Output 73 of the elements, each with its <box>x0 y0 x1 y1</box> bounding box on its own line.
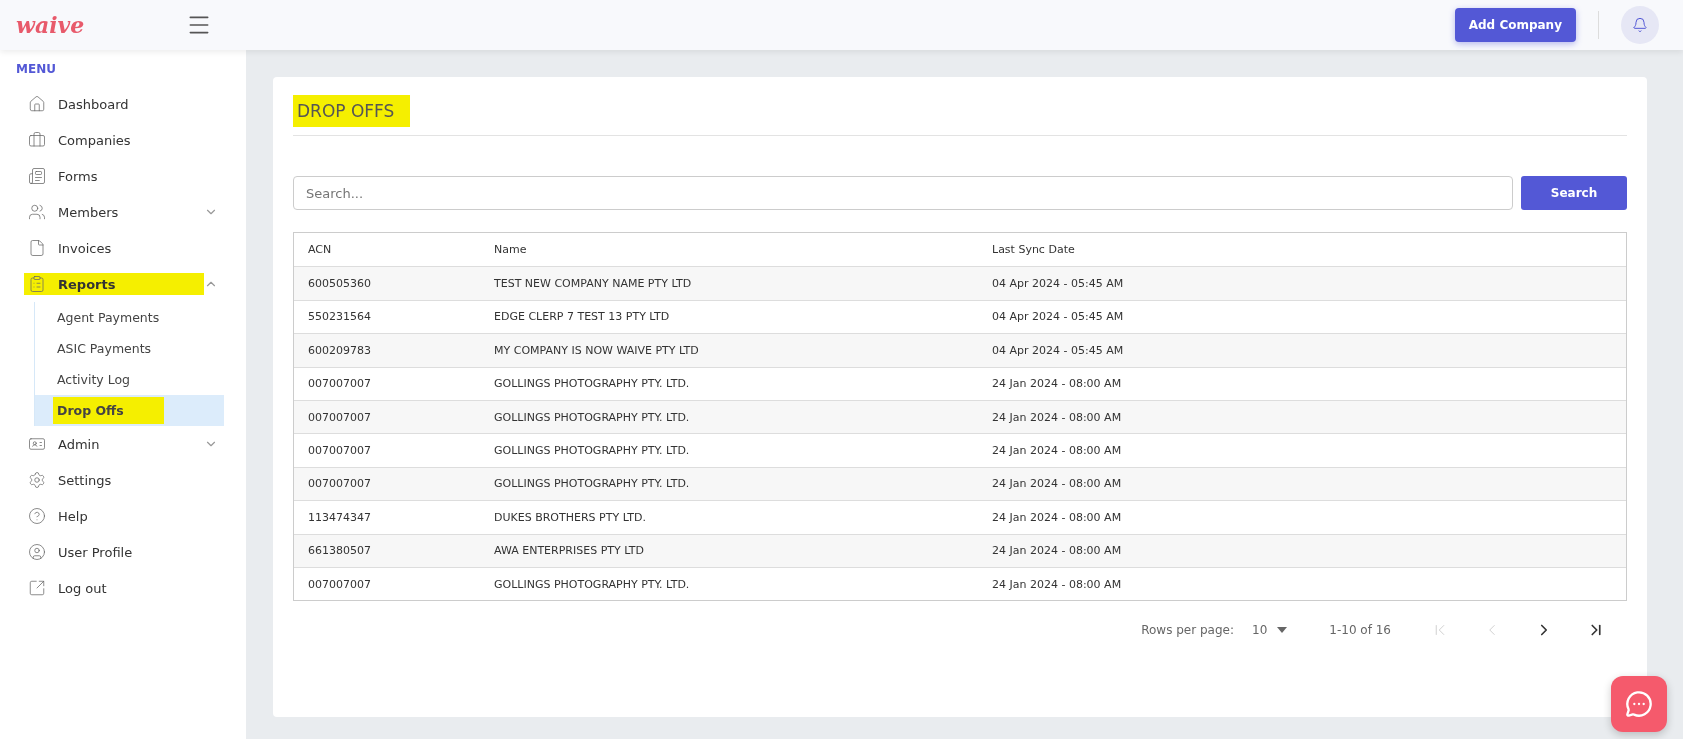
table-cell-text: 04 Apr 2024 - 05:45 AM <box>991 310 1125 324</box>
sidebar-item[interactable]: Forms <box>0 158 246 194</box>
sidebar-subitem[interactable]: ASIC Payments <box>35 333 224 364</box>
table-cell-text: 24 Jan 2024 - 08:00 AM <box>991 410 1123 424</box>
clipboard-icon <box>28 275 46 293</box>
newspaper-icon <box>28 167 46 185</box>
table-cell-text: 24 Jan 2024 - 08:00 AM <box>991 477 1123 491</box>
table-cell-text: 113474347 <box>307 510 372 524</box>
sidebar-item[interactable]: Invoices <box>0 230 246 266</box>
table-cell-text: 550231564 <box>307 310 372 324</box>
table-cell-text: GOLLINGS PHOTOGRAPHY PTY. LTD. <box>493 477 691 491</box>
table-cell-text: 600209783 <box>307 343 372 357</box>
sidebar-subitem[interactable]: Activity Log <box>35 364 224 395</box>
bell-icon <box>1632 17 1648 33</box>
sidebar-item[interactable]: Log out <box>0 570 246 606</box>
table-cell-text: TEST NEW COMPANY NAME PTY LTD <box>493 277 693 291</box>
sidebar-item[interactable]: Companies <box>0 122 246 158</box>
chat-button[interactable] <box>1611 676 1667 732</box>
table-cell-text: 007007007 <box>307 477 372 491</box>
sidebar-item[interactable]: Settings <box>0 462 246 498</box>
table-cell-text: 007007007 <box>307 444 372 458</box>
table-cell-text: 661380507 <box>307 544 372 558</box>
sidebar-item[interactable]: Help <box>0 498 246 534</box>
id-card-icon <box>28 435 46 453</box>
notifications-button[interactable] <box>1621 6 1659 44</box>
table-cell-text: 007007007 <box>307 577 372 591</box>
page-title: DROP OFFS <box>293 95 411 127</box>
table-cell-text: GOLLINGS PHOTOGRAPHY PTY. LTD. <box>493 410 691 424</box>
table-cell-text: GOLLINGS PHOTOGRAPHY PTY. LTD. <box>493 377 691 391</box>
file-icon <box>28 239 46 257</box>
search-button[interactable]: Search <box>1521 176 1627 210</box>
sidebar-item[interactable]: Dashboard <box>0 86 246 122</box>
share-icon <box>28 579 46 597</box>
table-cell-text: AWA ENTERPRISES PTY LTD <box>493 544 645 558</box>
menu-heading: MENU <box>15 62 57 78</box>
user-icon <box>28 543 46 561</box>
table-cell-text: 007007007 <box>307 377 372 391</box>
column-header: ACN <box>307 243 333 257</box>
table-cell-text: 24 Jan 2024 - 08:00 AM <box>991 510 1123 524</box>
rows-per-page-label: Rows per page: <box>1141 623 1234 638</box>
table-cell-text: 24 Jan 2024 - 08:00 AM <box>991 444 1123 458</box>
table-cell-text: GOLLINGS PHOTOGRAPHY PTY. LTD. <box>493 577 691 591</box>
table-cell-text: 007007007 <box>307 410 372 424</box>
table-cell-text: 04 Apr 2024 - 05:45 AM <box>991 343 1125 357</box>
settings-icon <box>28 471 46 489</box>
users-icon <box>28 203 46 221</box>
table-cell-text: MY COMPANY IS NOW WAIVE PTY LTD <box>493 343 700 357</box>
search-field[interactable]: Search... <box>293 176 1513 210</box>
home-icon <box>28 95 46 113</box>
table-cell-text: 24 Jan 2024 - 08:00 AM <box>991 377 1123 391</box>
sidebar-item[interactable]: Reports <box>0 266 246 302</box>
sidebar-item[interactable]: Members <box>0 194 246 230</box>
column-header: Name <box>493 243 528 257</box>
sidebar-item[interactable]: User Profile <box>0 534 246 570</box>
briefcase-icon <box>28 131 46 149</box>
table-cell-text: 04 Apr 2024 - 05:45 AM <box>991 277 1125 291</box>
sidebar-subitem[interactable]: Agent Payments <box>35 302 224 333</box>
table-cell-text: 24 Jan 2024 - 08:00 AM <box>991 577 1123 591</box>
table-cell-text: GOLLINGS PHOTOGRAPHY PTY. LTD. <box>493 444 691 458</box>
help-icon <box>28 507 46 525</box>
table-cell-text: 24 Jan 2024 - 08:00 AM <box>991 544 1123 558</box>
add-company-button[interactable]: Add Company <box>1454 8 1576 42</box>
caret-icon <box>1277 627 1288 634</box>
sidebar-item[interactable]: Admin <box>0 426 246 462</box>
table-cell-text: EDGE CLERP 7 TEST 13 PTY LTD <box>493 310 671 324</box>
table-cell-text: DUKES BROTHERS PTY LTD. <box>493 510 647 524</box>
chat-bubble-icon <box>1625 690 1653 718</box>
logo: waive <box>16 12 86 38</box>
rows-per-page-select[interactable]: 10 <box>1246 622 1294 639</box>
column-header: Last Sync Date <box>991 243 1076 257</box>
page-range: 1-10 of 16 <box>1329 623 1391 638</box>
sidebar-subitem[interactable]: Drop Offs <box>35 395 224 426</box>
table-cell-text: 600505360 <box>307 277 372 291</box>
